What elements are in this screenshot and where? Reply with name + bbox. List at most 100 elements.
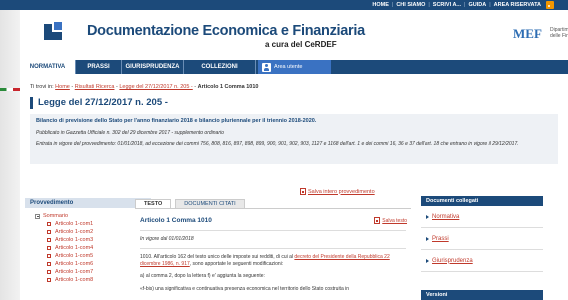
pdf-icon — [374, 217, 381, 224]
mef-logo[interactable]: MEF — [513, 26, 542, 42]
tree-item[interactable]: Articolo 1-com4 — [35, 244, 151, 252]
related-label: Prassi — [432, 235, 449, 242]
provvedimento-title: Provvedimento — [30, 200, 74, 206]
document-icon — [47, 222, 51, 226]
user-icon — [262, 62, 271, 72]
site-subtitle: a cura del CeRDEF — [265, 40, 337, 49]
article-content: Articolo 1 Comma 1010 Salva testo In vig… — [135, 208, 411, 300]
top-utility-bar: HOME | CHI SIAMO | SCRIVI A... | GUIDA |… — [0, 0, 568, 10]
related-documents-panel: Documenti collegati Normativa Prassi Giu… — [421, 196, 543, 300]
related-prassi[interactable]: Prassi — [421, 228, 543, 250]
breadcrumb-current: Articolo 1 Comma 1010 — [197, 84, 259, 90]
arrow-right-icon — [426, 214, 429, 219]
breadcrumb: Ti trovi in: Home - Risultati Ricerca - … — [30, 84, 259, 90]
save-text-link[interactable]: Salva testo — [374, 217, 407, 224]
nav-giurisprudenza[interactable]: GIURISPRUDENZA — [122, 60, 184, 74]
link-scrivi[interactable]: SCRIVI A... — [433, 2, 461, 8]
divider — [140, 248, 406, 249]
breadcrumb-law[interactable]: Legge del 27/12/2017 n. 205 - — [119, 84, 192, 90]
content-tabs: TESTO DOCUMENTI CITATI — [135, 199, 249, 208]
tree-item[interactable]: Articolo 1-com1 — [35, 220, 151, 228]
link-chi-siamo[interactable]: CHI SIAMO — [396, 2, 425, 8]
save-whole-act-label: Salva intero provvedimento — [308, 188, 375, 195]
separator: | — [464, 2, 466, 8]
link-guida[interactable]: GUIDA — [468, 2, 486, 8]
tab-documenti-citati[interactable]: DOCUMENTI CITATI — [175, 199, 245, 208]
related-header: Documenti collegati — [421, 196, 543, 206]
tree-item-label: Articolo 1-com1 — [55, 221, 94, 227]
tree-item[interactable]: Articolo 1-com6 — [35, 260, 151, 268]
link-area-riservata[interactable]: AREA RISERVATA — [494, 2, 541, 8]
area-utente-button[interactable]: Area utente — [258, 60, 331, 74]
law-publication: Pubblicato in Gazzetta Ufficiale n. 302 … — [36, 130, 224, 136]
document-icon — [47, 246, 51, 250]
mef-department: Dipartimento delle Finanze — [550, 27, 568, 39]
site-title[interactable]: Documentazione Economica e Finanziaria — [87, 23, 365, 39]
tab-testo[interactable]: TESTO — [135, 199, 172, 208]
document-icon — [47, 262, 51, 266]
breadcrumb-home[interactable]: Home — [55, 84, 70, 90]
tree-root-label: Sommario — [43, 213, 69, 219]
rss-icon[interactable] — [546, 1, 554, 9]
document-icon — [47, 254, 51, 258]
utility-links: HOME | CHI SIAMO | SCRIVI A... | GUIDA |… — [372, 0, 554, 10]
related-label: Giurisprudenza — [432, 257, 473, 264]
breadcrumb-prefix: Ti trovi in: — [30, 84, 54, 90]
tree-item[interactable]: Articolo 1-com3 — [35, 236, 151, 244]
tree-item[interactable]: Articolo 1-com5 — [35, 252, 151, 260]
tree-item-label: Articolo 1-com2 — [55, 229, 94, 235]
nav-prassi[interactable]: PRASSI — [76, 60, 122, 74]
separator: | — [428, 2, 430, 8]
versioni-header[interactable]: Versioni — [421, 290, 543, 300]
separator: | — [391, 2, 394, 8]
main-nav: NORMATIVA PRASSI GIURISPRUDENZA COLLEZIO… — [20, 60, 568, 74]
tree-item-label: Articolo 1-com3 — [55, 237, 94, 243]
related-label: Normativa — [432, 213, 460, 220]
in-force-date: In vigore dal 01/01/2018 — [140, 236, 194, 242]
arrow-right-icon — [426, 258, 429, 263]
article-title: Articolo 1 Comma 1010 — [140, 217, 212, 224]
pdf-icon — [300, 188, 306, 195]
nav-collezioni[interactable]: COLLEZIONI — [184, 60, 256, 74]
article-paragraph: 1010. All'articolo 162 del testo unico d… — [140, 254, 406, 268]
page-side-stripe — [0, 10, 20, 300]
tree-item-label: Articolo 1-com8 — [55, 277, 94, 283]
save-whole-act-link[interactable]: Salva intero provvedimento — [300, 188, 392, 195]
provvedimento-panel: Provvedimento Sommario Articolo 1-com1 A… — [25, 198, 151, 300]
article-paragraph: «f-bis) una significativa e continuativa… — [140, 285, 349, 292]
save-text-label: Salva testo — [382, 217, 407, 224]
site-header: Documentazione Economica e Finanziaria a… — [20, 10, 568, 60]
tree-root[interactable]: Sommario — [35, 212, 151, 220]
tree-item[interactable]: Articolo 1-com8 — [35, 276, 151, 284]
tree-item[interactable]: Articolo 1-com2 — [35, 228, 151, 236]
law-summary-box: Bilancio di previsione dello Stato per l… — [30, 114, 558, 164]
article-paragraph: a) al comma 2, dopo la lettera f) e' agg… — [140, 273, 265, 280]
document-icon — [47, 230, 51, 234]
law-description: Bilancio di previsione dello Stato per l… — [36, 118, 317, 124]
tree-item-label: Articolo 1-com7 — [55, 269, 94, 275]
divider — [140, 230, 406, 231]
provvedimento-tree: Sommario Articolo 1-com1 Articolo 1-com2… — [25, 208, 151, 284]
tree-item-label: Articolo 1-com6 — [55, 261, 94, 267]
provvedimento-header[interactable]: Provvedimento — [25, 198, 151, 208]
area-utente-label: Area utente — [274, 64, 303, 70]
tree-item[interactable]: Articolo 1-com7 — [35, 268, 151, 276]
related-normativa[interactable]: Normativa — [421, 206, 543, 228]
paragraph-text: 1010. All'articolo 162 del testo unico d… — [140, 254, 295, 260]
site-logo-icon[interactable] — [42, 20, 64, 42]
related-giurisprudenza[interactable]: Giurisprudenza — [421, 250, 543, 272]
tree-item-label: Articolo 1-com4 — [55, 245, 94, 251]
paragraph-text: , sono apportate le seguenti modificazio… — [189, 261, 284, 268]
tree-item-label: Articolo 1-com5 — [55, 253, 94, 259]
document-icon — [47, 278, 51, 282]
link-home[interactable]: HOME — [372, 2, 389, 8]
separator: | — [489, 2, 491, 8]
italian-flag-stripe — [0, 88, 20, 91]
collapse-minus-icon[interactable] — [35, 213, 40, 219]
arrow-right-icon — [426, 236, 429, 241]
nav-normativa[interactable]: NORMATIVA — [20, 60, 76, 74]
document-icon — [47, 238, 51, 242]
law-entry-into-force: Entrata in vigore del provvedimento: 01/… — [36, 141, 519, 147]
document-icon — [47, 270, 51, 274]
breadcrumb-results[interactable]: Risultati Ricerca — [75, 84, 115, 90]
